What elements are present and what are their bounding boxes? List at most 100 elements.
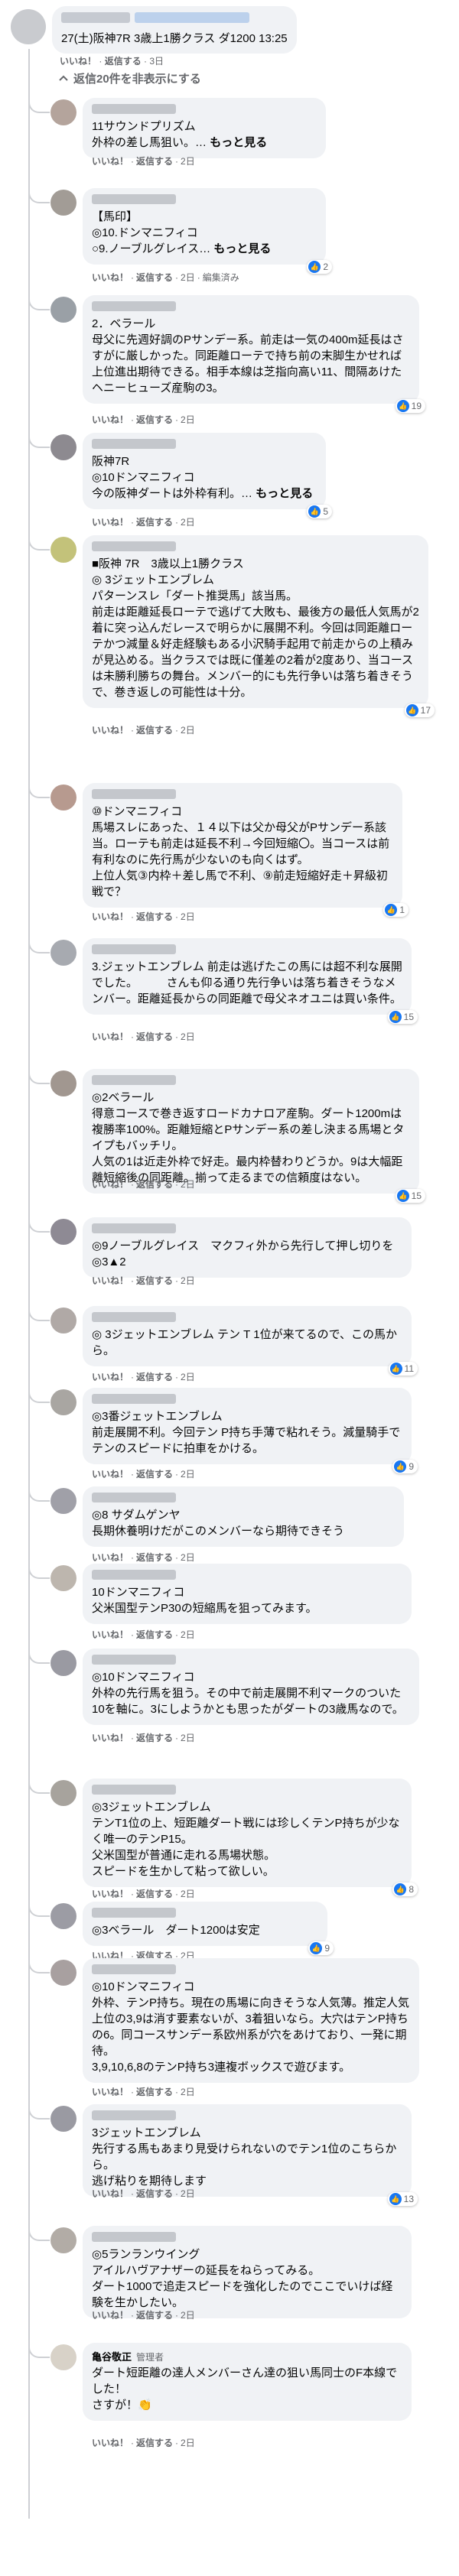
reaction-count[interactable]: 👍 19 xyxy=(395,399,425,413)
reaction-count[interactable]: 👍 17 xyxy=(404,703,435,717)
see-more-link[interactable]: もっと見る xyxy=(256,487,313,500)
reply-link[interactable]: 返信する xyxy=(136,1031,173,1042)
reply-link[interactable]: 返信する xyxy=(136,2310,173,2321)
avatar[interactable] xyxy=(50,1219,76,1245)
reaction-count[interactable]: 👍 9 xyxy=(308,1941,334,1955)
reaction-count[interactable]: 👍 13 xyxy=(387,2192,418,2206)
timestamp[interactable]: 2日 xyxy=(181,272,195,283)
like-link[interactable]: いいね！ xyxy=(92,414,129,425)
reply-link[interactable]: 返信する xyxy=(136,725,173,736)
timestamp[interactable]: 2日 xyxy=(181,1275,195,1286)
avatar[interactable] xyxy=(11,9,46,44)
timestamp[interactable]: 2日 xyxy=(181,911,195,922)
like-link[interactable]: いいね！ xyxy=(92,1031,129,1042)
like-link[interactable]: いいね！ xyxy=(92,2310,129,2321)
reply-link[interactable]: 返信する xyxy=(136,1733,173,1743)
timestamp[interactable]: 2日 xyxy=(181,2310,195,2321)
reply-link[interactable]: 返信する xyxy=(136,2087,173,2097)
like-link[interactable]: いいね！ xyxy=(92,1552,129,1563)
avatar[interactable] xyxy=(50,99,76,125)
avatar[interactable] xyxy=(50,2106,76,2132)
avatar[interactable] xyxy=(50,1488,76,1514)
timestamp[interactable]: 2日 xyxy=(181,1469,195,1480)
reaction-count[interactable]: 👍 1 xyxy=(383,903,409,917)
avatar[interactable] xyxy=(50,1960,76,1986)
reaction-count[interactable]: 👍 2 xyxy=(307,260,332,274)
avatar[interactable] xyxy=(50,190,76,216)
timestamp[interactable]: 2日 xyxy=(181,1889,195,1899)
timestamp[interactable]: 3日 xyxy=(149,56,164,67)
reply-link[interactable]: 返信する xyxy=(136,156,173,167)
reply-link[interactable]: 返信する xyxy=(136,1179,173,1190)
avatar[interactable] xyxy=(50,1903,76,1929)
reaction-count[interactable]: 👍 9 xyxy=(392,1460,418,1473)
timestamp[interactable]: 2日 xyxy=(181,1372,195,1382)
reaction-count[interactable]: 👍 15 xyxy=(387,1010,418,1024)
timestamp[interactable]: 2日 xyxy=(181,1031,195,1042)
reply-meta: いいね！ · 返信する · 2日 xyxy=(92,1731,197,1744)
timestamp[interactable]: 2日 xyxy=(181,2188,195,2199)
reply-link[interactable]: 返信する xyxy=(136,1552,173,1563)
timestamp[interactable]: 2日 xyxy=(181,1733,195,1743)
like-link[interactable]: いいね！ xyxy=(92,1179,129,1190)
like-link[interactable]: いいね！ xyxy=(60,56,96,67)
see-more-link[interactable]: もっと見る xyxy=(213,242,271,255)
avatar[interactable] xyxy=(50,1565,76,1591)
timestamp[interactable]: 2日 xyxy=(181,2438,195,2448)
commenter-name[interactable]: 亀谷敬正 管理者 xyxy=(92,2349,402,2363)
like-link[interactable]: いいね！ xyxy=(92,725,129,736)
avatar[interactable] xyxy=(50,1780,76,1806)
avatar[interactable] xyxy=(50,2344,76,2370)
avatar[interactable] xyxy=(50,1070,76,1096)
like-link[interactable]: いいね！ xyxy=(92,2438,129,2448)
reaction-count[interactable]: 👍 11 xyxy=(388,1362,418,1376)
timestamp[interactable]: 2日 xyxy=(181,414,195,425)
timestamp[interactable]: 2日 xyxy=(181,725,195,736)
like-link[interactable]: いいね！ xyxy=(92,1372,129,1382)
like-link[interactable]: いいね！ xyxy=(92,2087,129,2097)
reply-link[interactable]: 返信する xyxy=(136,1889,173,1899)
reply-link[interactable]: 返信する xyxy=(136,1372,173,1382)
reaction-count[interactable]: 👍 5 xyxy=(307,505,332,518)
like-link[interactable]: いいね！ xyxy=(92,272,129,283)
reply-link[interactable]: 返信する xyxy=(136,1275,173,1286)
reply-link[interactable]: 返信する xyxy=(136,517,173,528)
like-link[interactable]: いいね！ xyxy=(92,1629,129,1640)
see-more-link[interactable]: もっと見る xyxy=(210,136,267,149)
reaction-count[interactable]: 👍 15 xyxy=(395,1189,425,1203)
like-link[interactable]: いいね！ xyxy=(92,2188,129,2199)
reaction-count[interactable]: 👍 8 xyxy=(392,1882,418,1896)
avatar[interactable] xyxy=(50,537,76,563)
avatar[interactable] xyxy=(50,940,76,966)
timestamp[interactable]: 2日 xyxy=(181,2087,195,2097)
like-link[interactable]: いいね！ xyxy=(92,911,129,922)
hide-replies-toggle[interactable]: 返信20件を非表示にする xyxy=(58,70,201,86)
like-link[interactable]: いいね！ xyxy=(92,517,129,528)
avatar[interactable] xyxy=(50,1650,76,1676)
reply-link[interactable]: 返信する xyxy=(136,414,173,425)
timestamp[interactable]: 2日 xyxy=(181,156,195,167)
timestamp[interactable]: 2日 xyxy=(181,1552,195,1563)
avatar[interactable] xyxy=(50,434,76,460)
avatar[interactable] xyxy=(50,1307,76,1333)
like-link[interactable]: いいね！ xyxy=(92,1469,129,1480)
reply-link[interactable]: 返信する xyxy=(136,2438,173,2448)
reply-link[interactable]: 返信する xyxy=(136,1629,173,1640)
like-link[interactable]: いいね！ xyxy=(92,156,129,167)
reply-link[interactable]: 返信する xyxy=(136,272,173,283)
avatar[interactable] xyxy=(50,784,76,810)
reply-link[interactable]: 返信する xyxy=(136,2188,173,2199)
avatar[interactable] xyxy=(50,2227,76,2253)
timestamp[interactable]: 2日 xyxy=(181,1179,195,1190)
avatar[interactable] xyxy=(50,297,76,323)
avatar[interactable] xyxy=(50,1389,76,1415)
like-link[interactable]: いいね！ xyxy=(92,1889,129,1899)
timestamp[interactable]: 2日 xyxy=(181,517,195,528)
like-link[interactable]: いいね！ xyxy=(92,1275,129,1286)
reply-link[interactable]: 返信する xyxy=(105,56,142,67)
reply-link[interactable]: 返信する xyxy=(136,1469,173,1480)
timestamp[interactable]: 2日 xyxy=(181,1629,195,1640)
like-link[interactable]: いいね！ xyxy=(92,1733,129,1743)
like-icon: 👍 xyxy=(308,505,321,518)
reply-link[interactable]: 返信する xyxy=(136,911,173,922)
